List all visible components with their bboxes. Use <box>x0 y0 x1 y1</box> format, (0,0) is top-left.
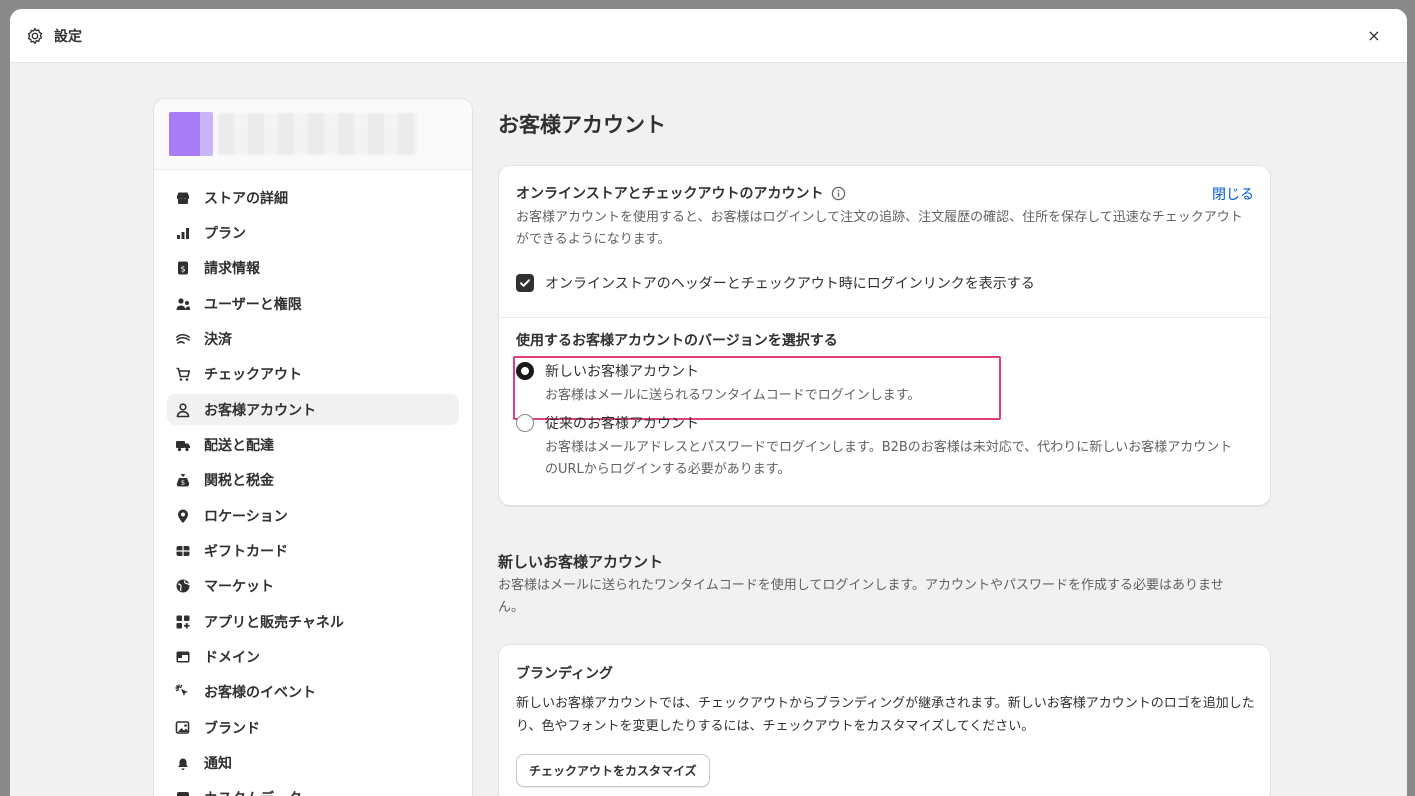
page-title: お客様アカウント <box>498 113 666 137</box>
sidebar-item-label: ストアの詳細 <box>204 190 288 207</box>
radio-new-accounts-label[interactable]: 新しいお客様アカウント <box>545 361 920 381</box>
truck-icon <box>176 440 190 452</box>
sidebar-item-label: 決済 <box>204 331 232 348</box>
sidebar-item-label: 関税と税金 <box>204 473 274 490</box>
checkmark-icon <box>520 279 530 287</box>
settings-sidebar: ストアの詳細 プラン $ 請求情報ユーザーと権限 決済チェックアウト お客様アカウント 配送… <box>153 98 473 796</box>
title-bar: 設定 × <box>10 9 1407 63</box>
branding-card: ブランディング 新しいお客様アカウントでは、チェックアウトからブランディングが継… <box>498 644 1271 796</box>
sidebar-item-10[interactable]: ギフトカード <box>167 535 459 566</box>
accounts-card-title: オンラインストアとチェックアウトのアカウント <box>516 186 824 202</box>
money-bag-icon: $ <box>176 474 190 487</box>
globe-icon <box>176 579 190 593</box>
sidebar-item-1[interactable]: プラン <box>167 217 459 248</box>
sidebar-item-label: アプリと販売チャネル <box>204 614 344 631</box>
sidebar-item-label: カスタムデータ <box>204 788 302 796</box>
sidebar-item-7[interactable]: 配送と配達 <box>167 429 459 460</box>
sidebar-item-4[interactable]: 決済 <box>167 323 459 354</box>
new-accounts-section-description: お客様はメールに送られたワンタイムコードを使用してログインします。アカウントやパ… <box>498 578 1224 615</box>
person-icon <box>176 402 190 417</box>
radio-new-accounts-help: お客様はメールに送られるワンタイムコードでログインします。 <box>545 388 921 403</box>
chart-icon <box>177 227 189 239</box>
store-logo <box>169 112 213 156</box>
close-icon[interactable]: × <box>1363 25 1385 47</box>
new-accounts-section-title: 新しいお客様アカウント <box>498 553 664 571</box>
gift-card-icon <box>176 545 190 556</box>
location-icon <box>178 509 188 523</box>
sidebar-item-label: お客様アカウント <box>204 402 316 419</box>
sidebar-item-label: ギフトカード <box>204 543 288 560</box>
close-link[interactable]: 閉じる <box>1212 184 1254 204</box>
sidebar-item-label: チェックアウト <box>204 367 302 384</box>
sidebar-item-3[interactable]: ユーザーと権限 <box>167 288 459 319</box>
branding-card-title: ブランディング <box>516 666 614 682</box>
domain-icon <box>176 651 190 663</box>
data-icon <box>177 792 189 796</box>
sidebar-item-label: ユーザーと権限 <box>204 296 302 313</box>
store-name-redacted <box>218 113 418 155</box>
accounts-card-description: お客様アカウントを使用すると、お客様はログインして注文の追跡、注文履歴の確認、住… <box>516 210 1243 247</box>
radio-new-accounts[interactable] <box>516 362 534 380</box>
sidebar-item-14[interactable]: お客様のイベント <box>167 677 459 708</box>
version-heading: 使用するお客様アカウントのバージョンを選択する <box>516 333 838 349</box>
sidebar-item-label: 配送と配達 <box>204 437 274 454</box>
sidebar-item-label: 請求情報 <box>204 261 260 278</box>
login-link-checkbox[interactable] <box>516 274 534 292</box>
store-icon <box>177 192 189 204</box>
sidebar-item-label: お客様のイベント <box>204 685 316 702</box>
sidebar-item-label: マーケット <box>204 579 274 596</box>
sidebar-item-label: ロケーション <box>204 508 288 525</box>
bill-icon: $ <box>178 261 188 275</box>
apps-icon <box>176 615 190 629</box>
window-title: 設定 <box>54 28 82 45</box>
branding-card-description: 新しいお客様アカウントでは、チェックアウトからブランディングが継承されます。新し… <box>516 696 1255 734</box>
sidebar-nav: ストアの詳細 プラン $ 請求情報ユーザーと権限 決済チェックアウト お客様アカウント 配送… <box>154 170 472 796</box>
users-icon <box>176 297 190 310</box>
radio-legacy-accounts-help: お客様はメールアドレスとパスワードでログインします。B2Bのお客様は未対応で、代… <box>545 440 1233 477</box>
payment-icon <box>176 333 190 344</box>
radio-legacy-accounts-label[interactable]: 従来のお客様アカウント <box>545 413 1245 433</box>
brand-icon <box>175 720 190 734</box>
sidebar-item-12[interactable]: アプリと販売チャネル <box>167 606 459 637</box>
radio-legacy-accounts[interactable] <box>516 414 534 432</box>
settings-window: 設定 × ストアの詳細 プラン $ 請求情報 ユーザーと権限 決済 チェックアウト お客様アカ… <box>10 9 1407 796</box>
svg-text:$: $ <box>181 479 185 487</box>
info-icon[interactable] <box>831 186 846 201</box>
bell-icon <box>178 758 188 770</box>
cursor-icon <box>175 684 188 697</box>
sidebar-item-label: ブランド <box>204 720 260 737</box>
sidebar-item-2[interactable]: $ 請求情報 <box>167 253 459 284</box>
cart-icon <box>176 367 191 382</box>
sidebar-item-label: プラン <box>204 225 246 242</box>
login-link-checkbox-label[interactable]: オンラインストアのヘッダーとチェックアウト時にログインリンクを表示する <box>545 273 1035 293</box>
sidebar-item-9[interactable]: ロケーション <box>167 500 459 531</box>
sidebar-item-6[interactable]: お客様アカウント <box>167 394 459 426</box>
sidebar-item-label: 通知 <box>204 756 232 772</box>
accounts-card: オンラインストアとチェックアウトのアカウント 閉じる お客様アカウントを使用する… <box>498 165 1271 506</box>
sidebar-item-8[interactable]: $ 関税と税金 <box>167 465 459 496</box>
sidebar-item-15[interactable]: ブランド <box>167 712 459 743</box>
sidebar-item-11[interactable]: マーケット <box>167 571 459 602</box>
svg-text:$: $ <box>180 265 185 274</box>
gear-icon <box>27 27 43 44</box>
sidebar-item-13[interactable]: ドメイン <box>167 641 459 672</box>
sidebar-item-5[interactable]: チェックアウト <box>167 359 459 390</box>
store-header[interactable] <box>154 99 472 170</box>
customize-checkout-button[interactable]: チェックアウトをカスタマイズ <box>516 754 710 787</box>
sidebar-item-label: ドメイン <box>204 649 260 666</box>
sidebar-item-0[interactable]: ストアの詳細 <box>167 182 459 213</box>
sidebar-item-17[interactable]: カスタムデータ <box>167 783 459 796</box>
sidebar-item-16[interactable]: 通知 <box>167 748 459 779</box>
